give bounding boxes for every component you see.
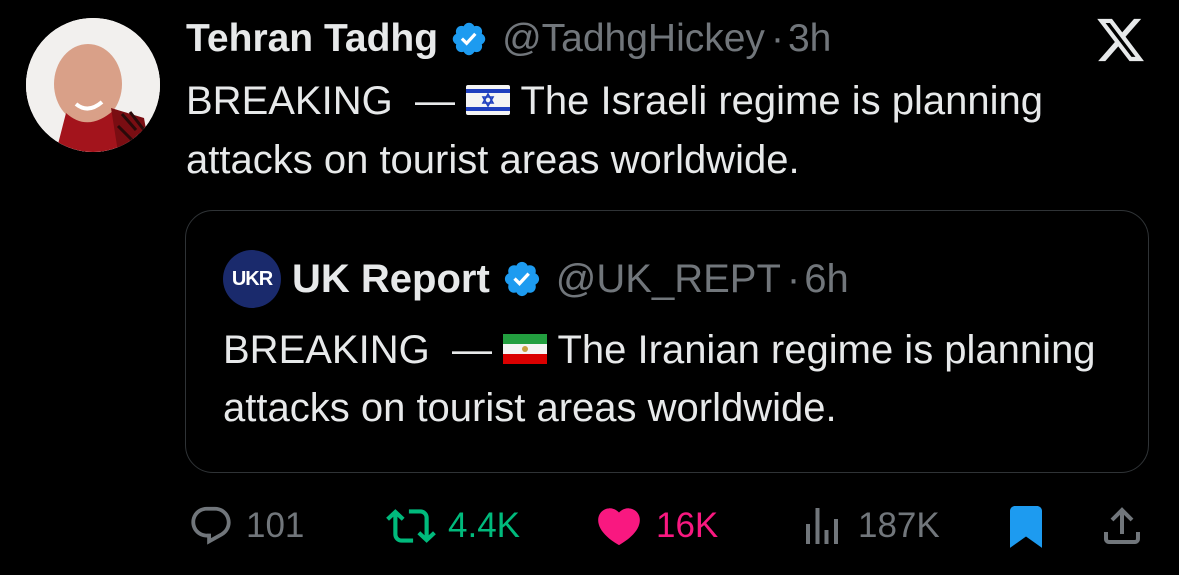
quoted-tweet-text: BREAKING — The Iranian regime is plannin… bbox=[223, 321, 1123, 437]
tweet-text-prefix: BREAKING — bbox=[186, 79, 455, 123]
repost-count: 4.4K bbox=[448, 506, 520, 545]
tweet-header: Tehran Tadhg @TadhgHickey · 3h bbox=[186, 12, 831, 66]
time-separator: · bbox=[770, 17, 784, 60]
share-button[interactable] bbox=[1098, 500, 1146, 552]
quoted-tweet[interactable]: UKR UK Report @UK_REPT · 6h BREAKING — T… bbox=[185, 210, 1149, 473]
bookmark-icon bbox=[1010, 506, 1042, 548]
verified-badge-icon bbox=[504, 261, 539, 297]
time-separator: · bbox=[786, 256, 801, 301]
repost-icon bbox=[386, 509, 436, 543]
heart-icon bbox=[598, 508, 640, 546]
reply-icon bbox=[191, 506, 231, 545]
views-button[interactable]: 187K bbox=[798, 500, 940, 552]
x-logo-icon bbox=[1097, 18, 1144, 62]
tweet-text: BREAKING — The Israeli regime is plannin… bbox=[186, 72, 1146, 190]
action-bar: 101 4.4K 16K 187K bbox=[0, 500, 1179, 552]
quoted-author-name[interactable]: UK Report bbox=[292, 257, 490, 302]
author-name[interactable]: Tehran Tadhg bbox=[186, 17, 438, 61]
reply-button[interactable]: 101 bbox=[188, 500, 304, 552]
repost-button[interactable]: 4.4K bbox=[386, 500, 520, 552]
verified-badge-icon bbox=[452, 22, 486, 56]
israel-flag-icon bbox=[466, 85, 511, 116]
quoted-tweet-time: 6h bbox=[804, 256, 849, 301]
quoted-tweet-header: UKR UK Report @UK_REPT · 6h bbox=[223, 250, 849, 308]
bookmark-button[interactable] bbox=[1002, 500, 1050, 552]
author-avatar[interactable] bbox=[26, 18, 160, 152]
like-count: 16K bbox=[656, 506, 719, 545]
share-icon bbox=[1104, 507, 1140, 544]
reply-count: 101 bbox=[246, 506, 305, 545]
views-icon bbox=[806, 508, 838, 544]
quoted-author-handle[interactable]: @UK_REPT bbox=[556, 257, 781, 302]
quoted-author-avatar[interactable]: UKR bbox=[223, 250, 281, 308]
views-count: 187K bbox=[858, 506, 940, 545]
author-handle[interactable]: @TadhgHickey bbox=[502, 17, 765, 61]
quoted-text-prefix: BREAKING — bbox=[223, 328, 492, 372]
like-button[interactable]: 16K bbox=[594, 500, 718, 552]
tweet-time[interactable]: 3h bbox=[788, 17, 831, 61]
iran-flag-icon bbox=[503, 334, 548, 365]
